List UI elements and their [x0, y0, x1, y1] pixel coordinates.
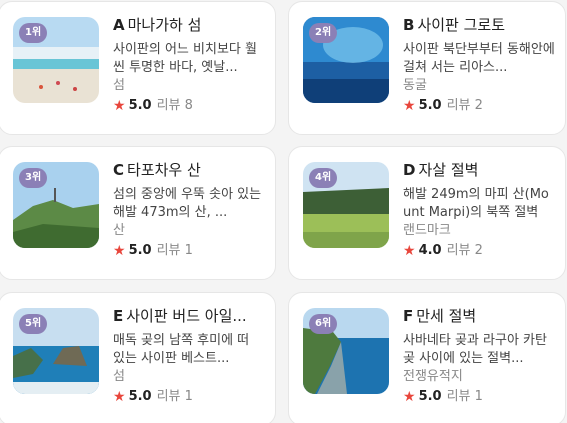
attraction-card-b[interactable]: 2위 B 사이판 그로토 사이판 북단부부터 동해안에 걸쳐 서는 리아스... …: [288, 1, 566, 135]
rating-score: 5.0: [128, 389, 152, 404]
rating: ★ 4.0 리뷰 2: [403, 242, 555, 260]
attraction-description: 섬의 중앙에 우뚝 솟아 있는 해발 473m의 산, ...: [113, 187, 262, 220]
rank-badge: 5위: [19, 314, 48, 334]
rating: ★ 5.0 리뷰 1: [113, 242, 265, 260]
attraction-title: F 만세 절벽: [403, 306, 555, 326]
rating-score: 5.0: [128, 98, 152, 113]
rating-score: 4.0: [418, 243, 442, 258]
rating-score: 5.0: [418, 98, 442, 113]
attraction-name: 마나가하 섬: [127, 16, 202, 34]
marker-letter: E: [113, 307, 124, 325]
attraction-description: 매독 곶의 남쪽 후미에 떠 있는 사이판 베스트...: [113, 333, 250, 366]
rating: ★ 5.0 리뷰 1: [403, 388, 555, 406]
attraction-photo: 1위: [13, 17, 99, 103]
rating: ★ 5.0 리뷰 8: [113, 97, 265, 115]
marker-letter: A: [113, 16, 125, 34]
attraction-name: 사이판 그로토: [417, 16, 506, 34]
review-count: 리뷰 2: [446, 98, 483, 113]
rank-badge: 6위: [309, 314, 338, 334]
review-count: 리뷰 2: [446, 243, 483, 258]
rating: ★ 5.0 리뷰 1: [113, 388, 265, 406]
attraction-card-a[interactable]: 1위 A 마나가하 섬 사이판의 어느 비치보다 훨씬 투명한 바다, 옛날...…: [0, 1, 276, 135]
attraction-title: B 사이판 그로토: [403, 15, 555, 35]
review-count: 리뷰 1: [156, 243, 193, 258]
attraction-description: 사이판 북단부부터 동해안에 걸쳐 서는 리아스...: [403, 42, 555, 75]
review-count: 리뷰 1: [156, 389, 193, 404]
attraction-title: E 사이판 버드 아일...: [113, 306, 265, 326]
attraction-name: 타포차우 산: [127, 161, 201, 179]
marker-letter: D: [403, 161, 416, 179]
attraction-name: 만세 절벽: [416, 307, 477, 325]
attraction-title: C 타포차우 산: [113, 160, 265, 180]
attraction-description: 사이판의 어느 비치보다 훨씬 투명한 바다, 옛날...: [113, 42, 257, 75]
rating-score: 5.0: [128, 243, 152, 258]
star-icon: ★: [113, 389, 126, 405]
star-icon: ★: [113, 98, 126, 114]
marker-letter: C: [113, 161, 125, 179]
star-icon: ★: [113, 243, 126, 259]
attraction-grid: 1위 A 마나가하 섬 사이판의 어느 비치보다 훨씬 투명한 바다, 옛날...…: [0, 0, 567, 423]
rating-score: 5.0: [418, 389, 442, 404]
attraction-name: 사이판 버드 아일...: [126, 307, 247, 325]
attraction-card-e[interactable]: 5위 E 사이판 버드 아일... 매독 곶의 남쪽 후미에 떠 있는 사이판 베…: [0, 292, 276, 423]
attraction-title: A 마나가하 섬: [113, 15, 265, 35]
rank-badge: 1위: [19, 23, 48, 43]
rating: ★ 5.0 리뷰 2: [403, 97, 555, 115]
attraction-name: 자살 절벽: [418, 161, 479, 179]
attraction-category: 동굴: [403, 78, 427, 93]
attraction-photo: 4위: [303, 162, 389, 248]
attraction-description: 사바네타 곶과 라구아 카탄 곶 사이에 있는 절벽...: [403, 333, 547, 366]
rank-badge: 3위: [19, 168, 48, 188]
marker-letter: B: [403, 16, 415, 34]
rank-badge: 4위: [309, 168, 338, 188]
review-count: 리뷰 1: [446, 389, 483, 404]
attraction-card-c[interactable]: 3위 C 타포차우 산 섬의 중앙에 우뚝 솟아 있는 해발 473m의 산, .…: [0, 146, 276, 280]
attraction-photo: 3위: [13, 162, 99, 248]
star-icon: ★: [403, 98, 416, 114]
attraction-category: 랜드마크: [403, 223, 451, 238]
attraction-photo: 6위: [303, 308, 389, 394]
attraction-title: D 자살 절벽: [403, 160, 555, 180]
attraction-category: 섬: [113, 78, 125, 93]
attraction-description: 해발 249m의 마피 산(Mount Marpi)의 북쪽 절벽: [403, 187, 549, 220]
attraction-card-f[interactable]: 6위 F 만세 절벽 사바네타 곶과 라구아 카탄 곶 사이에 있는 절벽... …: [288, 292, 566, 423]
rank-badge: 2위: [309, 23, 338, 43]
attraction-photo: 2위: [303, 17, 389, 103]
attraction-card-d[interactable]: 4위 D 자살 절벽 해발 249m의 마피 산(Mount Marpi)의 북쪽…: [288, 146, 566, 280]
marker-letter: F: [403, 307, 414, 325]
attraction-category: 산: [113, 223, 125, 238]
attraction-category: 전쟁유적지: [403, 369, 463, 384]
star-icon: ★: [403, 243, 416, 259]
review-count: 리뷰 8: [156, 98, 193, 113]
attraction-category: 섬: [113, 369, 125, 384]
attraction-photo: 5위: [13, 308, 99, 394]
star-icon: ★: [403, 389, 416, 405]
